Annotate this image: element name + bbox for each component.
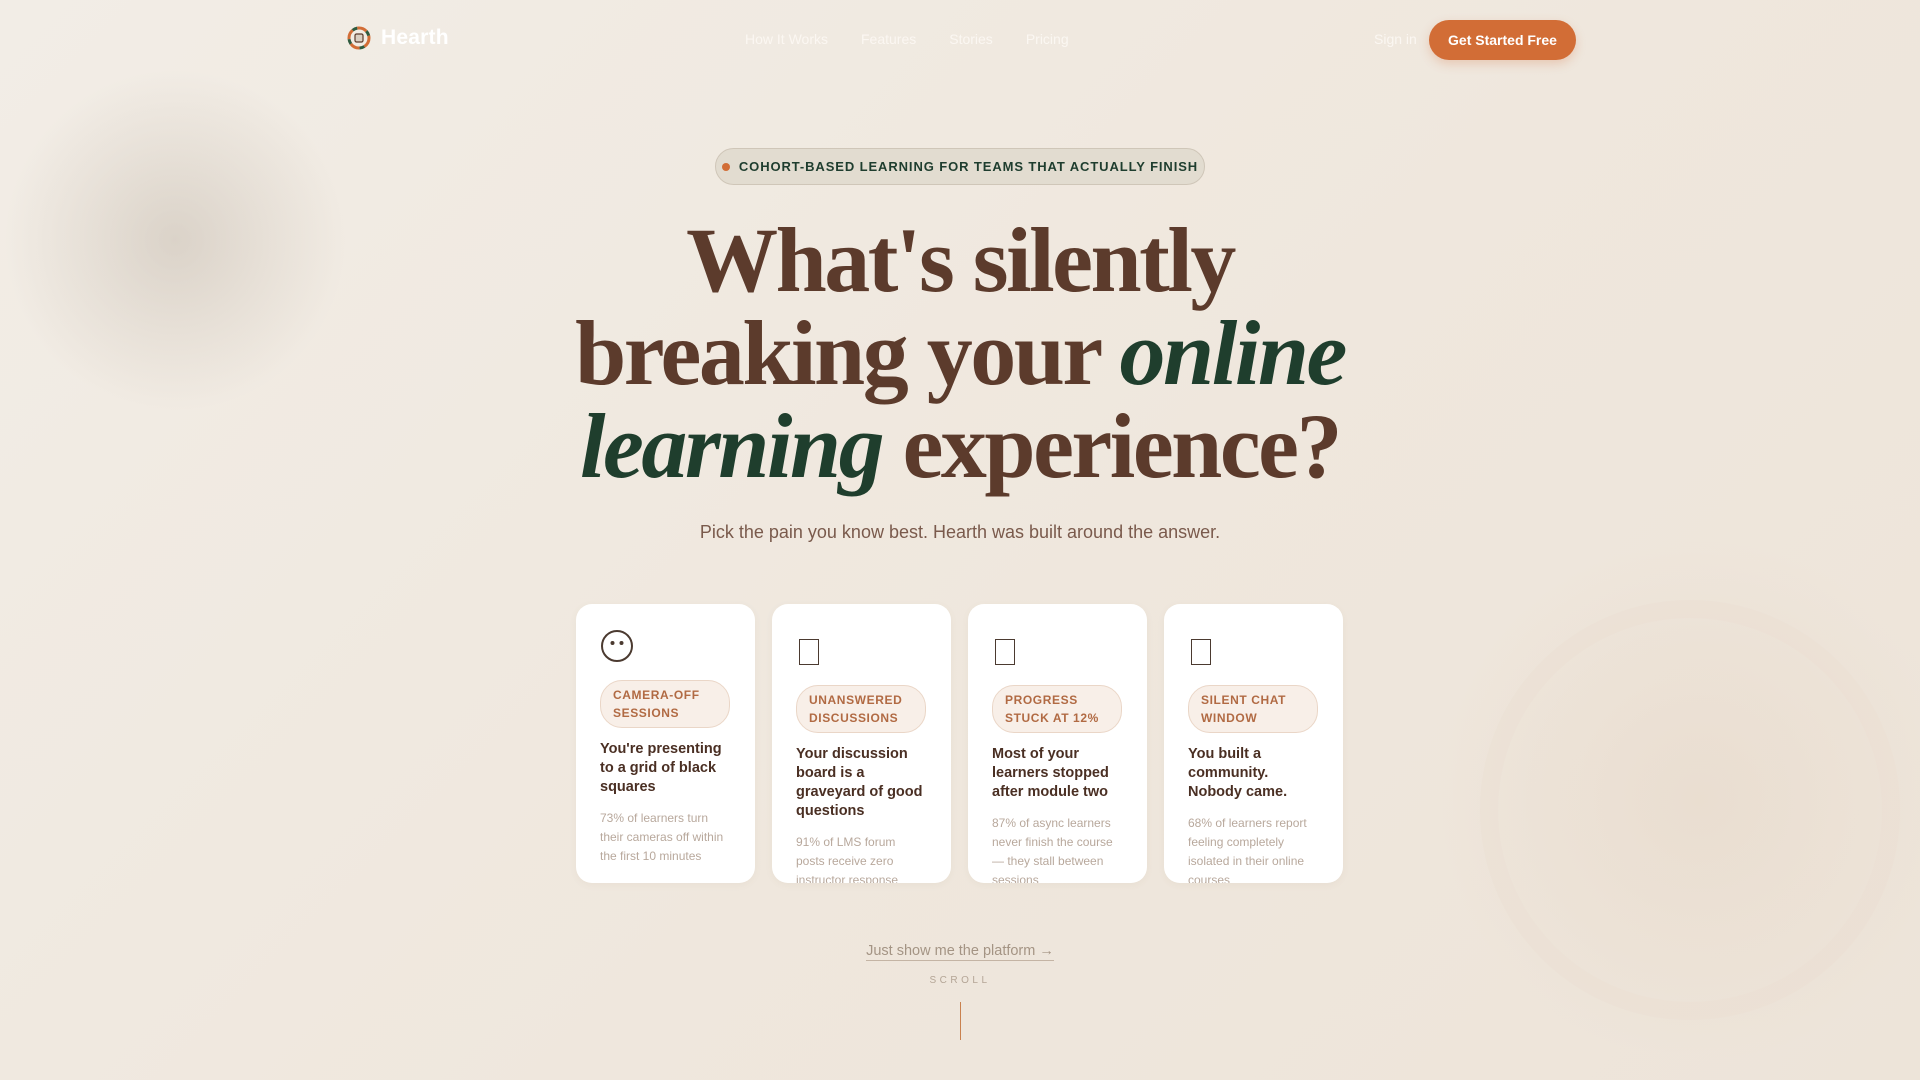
top-navigation: Hearth How It Works Features Stories Pri… [0, 0, 1920, 80]
pain-card-unanswered-discussions[interactable]: UNANSWERED DISCUSSIONS Your discussion b… [772, 604, 951, 883]
card-tag: PROGRESS STUCK AT 12% [992, 685, 1122, 733]
card-description: 73% of learners turn their cameras off w… [600, 811, 724, 863]
pain-point-cards: CAMERA-OFF SESSIONS You're presenting to… [576, 604, 1343, 883]
pain-card-camera-off[interactable]: CAMERA-OFF SESSIONS You're presenting to… [576, 604, 755, 883]
face-icon [601, 630, 633, 662]
nav-link-features[interactable]: Features [861, 31, 916, 47]
hero-subtitle: Pick the pain you know best. Hearth was … [699, 522, 1221, 542]
sign-in-link[interactable]: Sign in [1374, 31, 1417, 47]
headline-line-1: What's silently [686, 209, 1236, 311]
nav-link-stories[interactable]: Stories [949, 31, 993, 47]
card-tag: SILENT CHAT WINDOW [1188, 685, 1318, 733]
headline-line-3-plain: experience? [882, 395, 1343, 497]
nav-link-pricing[interactable]: Pricing [1026, 31, 1069, 47]
card-title: You're presenting to a grid of black squ… [600, 741, 722, 795]
hearth-logo-icon [347, 26, 371, 50]
brand-logo[interactable]: Hearth [347, 26, 449, 50]
nav-link-how-it-works[interactable]: How It Works [745, 31, 828, 47]
card-tag: UNANSWERED DISCUSSIONS [796, 685, 926, 733]
card-title: Your discussion board is a graveyard of … [796, 746, 923, 819]
show-platform-link-wrap: Just show me the platform → [0, 943, 1920, 961]
scroll-label: SCROLL [929, 975, 991, 986]
badge-text: COHORT-BASED LEARNING FOR TEAMS THAT ACT… [738, 159, 1199, 174]
pain-card-progress-stuck[interactable]: PROGRESS STUCK AT 12% Most of your learn… [968, 604, 1147, 883]
pain-card-silent-chat[interactable]: SILENT CHAT WINDOW You built a community… [1164, 604, 1343, 883]
box-icon [1191, 639, 1211, 665]
hero-badge: COHORT-BASED LEARNING FOR TEAMS THAT ACT… [715, 148, 1205, 185]
card-tag: CAMERA-OFF SESSIONS [600, 680, 730, 728]
card-title: Most of your learners stopped after modu… [992, 746, 1109, 800]
box-icon [995, 639, 1015, 665]
headline-line-2-emphasis: online [1119, 302, 1348, 404]
scroll-indicator-line [960, 1002, 961, 1040]
card-description: 68% of learners report feeling completel… [1188, 816, 1307, 883]
nav-links: How It Works Features Stories Pricing [745, 31, 1069, 47]
brand-name: Hearth [381, 26, 449, 49]
show-platform-link[interactable]: Just show me the platform → [866, 943, 1054, 961]
badge-dot-icon [721, 162, 730, 171]
card-title: You built a community. Nobody came. [1188, 746, 1288, 800]
card-description: 87% of async learners never finish the c… [992, 816, 1113, 883]
card-description: 91% of LMS forum posts receive zero inst… [796, 835, 899, 883]
hero-headline: What's silently breaking your online lea… [0, 214, 1920, 493]
box-icon [799, 639, 819, 665]
headline-line-2-plain: breaking your [575, 302, 1120, 404]
headline-line-3-emphasis: learning [580, 395, 885, 497]
get-started-button[interactable]: Get Started Free [1429, 20, 1576, 60]
